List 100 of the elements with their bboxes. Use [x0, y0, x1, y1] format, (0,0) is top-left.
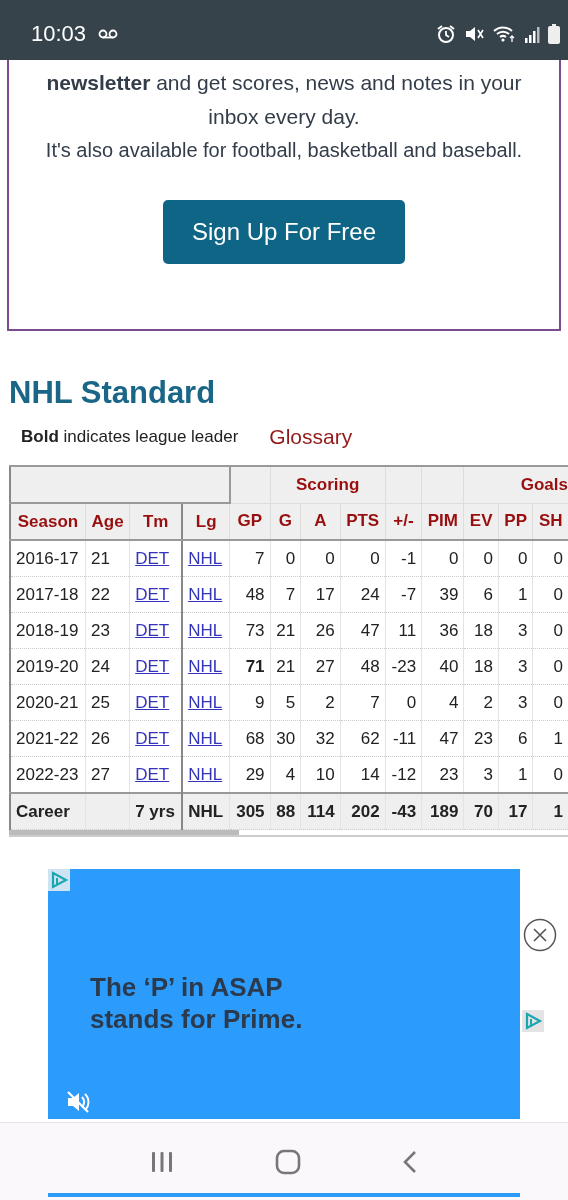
table-cell: 18 — [463, 612, 499, 649]
table-cell: 39 — [421, 576, 464, 613]
table-cell: 0 — [270, 540, 301, 577]
close-icon — [523, 918, 557, 952]
battery-icon — [548, 24, 560, 44]
ad-banner[interactable]: The ‘P’ in ASAP stands for Prime. — [48, 869, 520, 1119]
column-header[interactable]: Season — [10, 503, 86, 540]
table-cell: 27 — [300, 648, 341, 685]
table-cell: 0 — [340, 540, 386, 577]
home-icon — [275, 1148, 301, 1175]
table-cell: 5 — [270, 684, 301, 721]
table-cell: 0 — [300, 540, 341, 577]
group-header: Goals — [463, 466, 568, 503]
table-cell: 2 — [463, 684, 499, 721]
table-cell: 71 — [229, 648, 271, 685]
clock-time: 10:03 — [31, 21, 87, 47]
column-header[interactable]: A — [300, 503, 341, 540]
table-cell: 0 — [463, 540, 499, 577]
table-cell: 26 — [85, 720, 130, 757]
wifi-icon — [492, 24, 516, 44]
table-cell: 7 — [270, 576, 301, 613]
table-header-cell — [385, 466, 422, 503]
table-cell: 70 — [463, 793, 499, 830]
ad-choices-icon — [48, 869, 70, 891]
table-cell: 2020-21 — [10, 684, 86, 721]
table-cell: 11 — [385, 612, 422, 649]
table-cell: 48 — [340, 648, 386, 685]
table-cell: 3 — [498, 684, 533, 721]
group-header: Scoring — [270, 466, 386, 503]
table-cell: -1 — [385, 540, 422, 577]
signal-icon — [524, 25, 540, 43]
column-header[interactable]: PIM — [421, 503, 464, 540]
table-cell: 21 — [270, 648, 301, 685]
table-cell: -23 — [385, 648, 422, 685]
alarm-icon — [436, 24, 456, 44]
table-header-cell — [421, 466, 464, 503]
table-cell: 1 — [532, 793, 568, 830]
table-cell: 88 — [270, 793, 301, 830]
legend-text: Bold indicates league leader — [21, 427, 239, 447]
table-cell: 62 — [340, 720, 386, 757]
table-cell: 32 — [300, 720, 341, 757]
table-cell: 3 — [498, 648, 533, 685]
availability-text: It's also available for football, basketball and baseball. — [44, 138, 524, 163]
table-cell: 7 yrs — [129, 793, 183, 830]
table-cell: 40 — [421, 648, 464, 685]
table-cell: 25 — [85, 684, 130, 721]
glossary-link[interactable]: Glossary — [269, 425, 353, 449]
table-cell: 47 — [340, 612, 386, 649]
table-cell: 68 — [229, 720, 271, 757]
table-cell: 2018-19 — [10, 612, 86, 649]
recent-apps-icon — [150, 1151, 175, 1172]
table-cell: 36 — [421, 612, 464, 649]
column-header[interactable]: Age — [85, 503, 130, 540]
table-cell: 24 — [85, 648, 130, 685]
table-cell: 189 — [421, 793, 464, 830]
voicemail-icon — [98, 29, 119, 39]
table-cell: 23 — [463, 720, 499, 757]
muted-speaker-icon — [65, 1089, 91, 1115]
table-cell — [85, 793, 130, 830]
table-cell: 202 — [340, 793, 386, 830]
table-cell: Career — [10, 793, 86, 830]
table-cell: 7 — [229, 540, 271, 577]
newsletter-text: newsletter and get scores, news and notes in your inbox every day. — [45, 70, 523, 130]
table-cell: -11 — [385, 720, 422, 757]
table-cell: 22 — [85, 576, 130, 613]
table-header-cell — [229, 466, 271, 503]
mute-icon — [464, 24, 484, 44]
table-cell: 3 — [498, 612, 533, 649]
table-cell: 6 — [463, 576, 499, 613]
table-cell: 30 — [270, 720, 301, 757]
table-cell: 17 — [498, 793, 533, 830]
table-cell: 17 — [300, 576, 341, 613]
table-cell: 0 — [421, 540, 464, 577]
table-cell: 21 — [85, 540, 130, 577]
column-header[interactable]: Lg — [182, 503, 230, 540]
table-cell: 9 — [229, 684, 271, 721]
table-cell: 7 — [340, 684, 386, 721]
table-cell: 24 — [340, 576, 386, 613]
table-cell: -43 — [385, 793, 422, 830]
table-cell: 47 — [421, 720, 464, 757]
table-cell: 0 — [498, 540, 533, 577]
table-cell: 73 — [229, 612, 271, 649]
table-cell: 4 — [421, 684, 464, 721]
column-header[interactable]: PTS — [340, 503, 386, 540]
table-cell: 18 — [463, 648, 499, 685]
table-cell: 114 — [300, 793, 341, 830]
table-cell: 2 — [300, 684, 341, 721]
table-cell: 26 — [300, 612, 341, 649]
table-cell: 23 — [85, 612, 130, 649]
column-header[interactable]: GP — [229, 503, 271, 540]
table-cell: 2016-17 — [10, 540, 86, 577]
table-cell: 48 — [229, 576, 271, 613]
table-cell: 1 — [498, 576, 533, 613]
table-cell: 2021-22 — [10, 720, 86, 757]
table-cell: 305 — [229, 793, 271, 830]
table-cell: 6 — [498, 720, 533, 757]
section-title: NHL Standard — [9, 375, 217, 411]
close-button[interactable] — [523, 918, 557, 952]
sign-up-button[interactable]: Sign Up For Free — [163, 200, 405, 264]
table-cell: 2019-20 — [10, 648, 86, 685]
